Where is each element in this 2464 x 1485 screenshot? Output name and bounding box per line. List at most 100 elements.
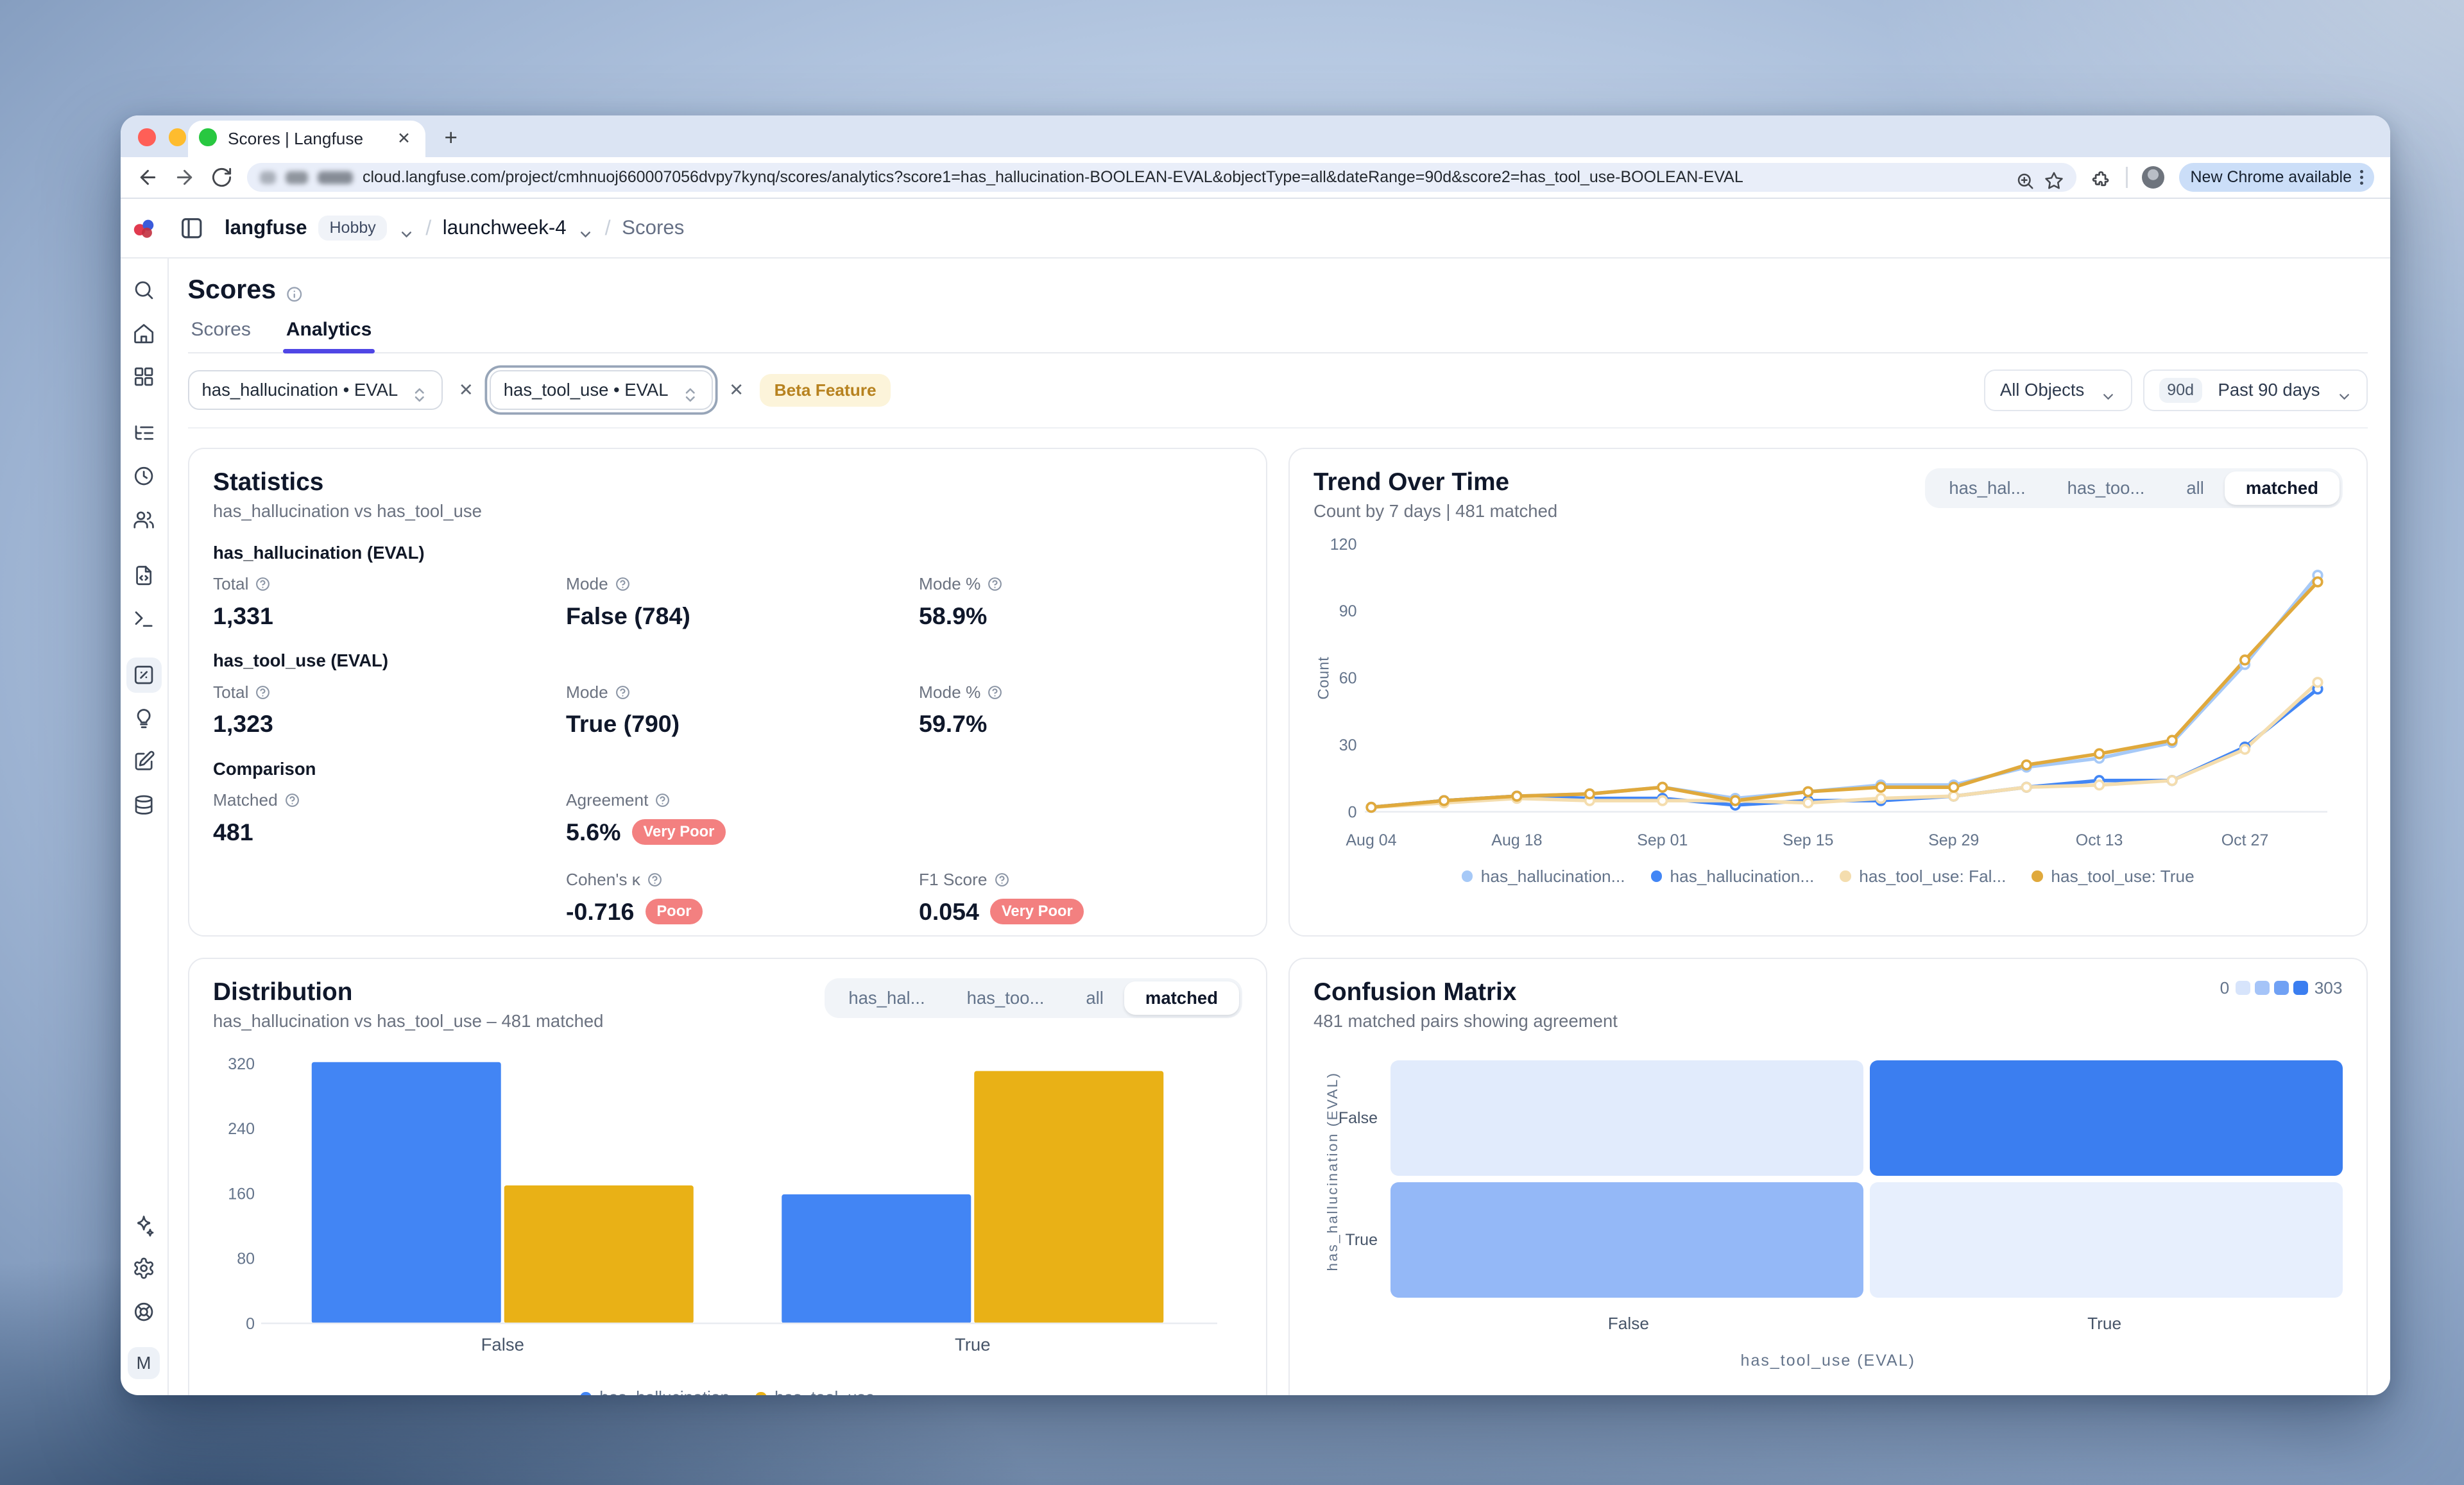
tab-close-icon[interactable]: ✕ [394, 129, 414, 148]
help-icon[interactable] [284, 792, 300, 808]
breadcrumb-project[interactable]: launchweek-4 [443, 216, 567, 239]
pen-square-icon [132, 750, 155, 773]
legend-item: has_tool_use: Fal... [1840, 867, 2006, 887]
confusion-cell-False-True[interactable] [1870, 1060, 2343, 1176]
terminal-icon [132, 607, 155, 631]
breadcrumb-org[interactable]: langfuse [225, 216, 307, 239]
percent-square-icon [132, 663, 155, 686]
info-icon[interactable] [286, 280, 304, 298]
sidebar-item-datasets[interactable] [126, 788, 162, 823]
reload-icon[interactable] [210, 166, 233, 189]
close-window-button[interactable] [138, 128, 156, 146]
legend-item: has_tool_use [755, 1387, 875, 1395]
langfuse-logo-icon[interactable] [121, 216, 169, 241]
forward-icon[interactable] [173, 166, 196, 189]
chart-tab-hastoo[interactable]: has_too... [2046, 471, 2166, 505]
confusion-cell-True-False[interactable] [1390, 1182, 1863, 1298]
score2-select[interactable]: has_tool_use • EVAL [490, 370, 713, 411]
browser-menu-icon[interactable] [2360, 170, 2363, 185]
help-icon[interactable] [255, 684, 271, 700]
sidebar-item-playground[interactable] [126, 602, 162, 637]
sidebar-item-prompts[interactable] [126, 558, 162, 593]
tab-analytics[interactable]: Analytics [283, 319, 375, 352]
chart-tab-all[interactable]: all [1065, 981, 1125, 1015]
help-icon[interactable] [987, 576, 1003, 592]
sidebar-item-support[interactable] [126, 1294, 162, 1330]
metric-matched: Matched 481 [213, 790, 566, 846]
remove-score1-icon[interactable]: ✕ [454, 377, 478, 403]
confusion-cell-True-True[interactable] [1870, 1182, 2343, 1298]
distribution-bar-chart: 080160240320FalseTrue [213, 1041, 1240, 1381]
help-icon[interactable] [255, 576, 271, 592]
data-point [1876, 783, 1885, 791]
object-type-select[interactable]: All Objects [1984, 369, 2132, 411]
browser-window: Scores | Langfuse ✕ + cloud.langfuse.com… [121, 115, 2391, 1395]
date-range-badge: 90d [2159, 378, 2202, 403]
sidebar-item-users[interactable] [126, 502, 162, 538]
chart-tab-hastoo[interactable]: has_too... [946, 981, 1065, 1015]
sidebar-item-sessions[interactable] [126, 459, 162, 494]
data-point [1367, 803, 1376, 812]
back-icon[interactable] [137, 166, 159, 189]
distribution-card: Distribution has_hallucination vs has_to… [188, 958, 1268, 1396]
maximize-window-button[interactable] [199, 128, 217, 146]
new-tab-button[interactable]: + [445, 125, 458, 151]
chart-tab-hashal[interactable]: has_hal... [828, 981, 946, 1015]
analytics-cards: Statistics has_hallucination vs has_tool… [188, 448, 2368, 1396]
chevron-down-icon[interactable] [398, 220, 415, 236]
address-bar[interactable]: cloud.langfuse.com/project/cmhnuoj660007… [247, 163, 2076, 192]
chart-tab-matched[interactable]: matched [2225, 471, 2339, 505]
bookmark-star-icon[interactable] [2044, 168, 2064, 187]
sidebar-item-evaluators[interactable] [126, 701, 162, 736]
metric-agreement: Agreement 5.6%Very Poor [566, 790, 919, 846]
browser-tab[interactable]: Scores | Langfuse ✕ [188, 121, 425, 158]
metric-total-1: Total 1,331 [213, 574, 566, 630]
data-point [2241, 656, 2250, 665]
user-avatar[interactable]: M [128, 1347, 160, 1379]
help-icon[interactable] [987, 684, 1003, 700]
window-controls [138, 128, 217, 146]
data-point [2313, 678, 2322, 687]
gear-icon [132, 1257, 155, 1280]
bar-has_hallucination-False [312, 1062, 501, 1323]
score1-select[interactable]: has_hallucination • EVAL [188, 370, 443, 411]
row-label: False [1336, 1060, 1390, 1176]
help-icon[interactable] [615, 684, 631, 700]
sidebar-toggle-icon[interactable] [180, 216, 204, 241]
help-icon[interactable] [654, 792, 671, 808]
chart-tab-matched[interactable]: matched [1124, 981, 1238, 1015]
svg-text:Oct 27: Oct 27 [2221, 831, 2269, 849]
svg-text:30: 30 [1339, 736, 1357, 754]
sidebar-item-ai-assistant[interactable] [126, 1208, 162, 1243]
home-icon [132, 322, 155, 345]
site-info-blurred [318, 171, 353, 184]
sidebar-item-scores[interactable] [126, 658, 162, 693]
chart-tab-hashal[interactable]: has_hal... [1928, 471, 2046, 505]
chevron-down-icon[interactable] [578, 220, 594, 236]
chevrons-up-down-icon [411, 381, 429, 399]
sidebar-item-annotation[interactable] [126, 744, 162, 779]
remove-score2-icon[interactable]: ✕ [724, 377, 749, 403]
sidebar-item-home[interactable] [126, 316, 162, 352]
browser-profile-avatar[interactable] [2142, 166, 2164, 189]
help-icon[interactable] [994, 872, 1010, 888]
chart-tab-all[interactable]: all [2166, 471, 2225, 505]
confusion-cell-False-False[interactable] [1390, 1060, 1863, 1176]
zoom-icon[interactable] [2015, 168, 2035, 187]
file-code-icon [132, 564, 155, 587]
sidebar-item-search[interactable] [126, 273, 162, 308]
sidebar-item-dashboards[interactable] [126, 359, 162, 395]
database-icon [132, 793, 155, 817]
svg-text:320: 320 [228, 1055, 255, 1073]
tab-scores[interactable]: Scores [188, 319, 254, 352]
date-range-select[interactable]: 90d Past 90 days [2143, 369, 2368, 411]
help-icon[interactable] [647, 872, 663, 888]
sidebar-item-tracing[interactable] [126, 416, 162, 451]
score2-label: has_tool_use • EVAL [504, 380, 669, 400]
minimize-window-button[interactable] [169, 128, 187, 146]
legend-dot [580, 1392, 592, 1395]
help-icon[interactable] [615, 576, 631, 592]
extensions-icon[interactable] [2091, 167, 2112, 188]
sidebar-item-settings[interactable] [126, 1251, 162, 1286]
chrome-update-pill[interactable]: New Chrome available [2179, 163, 2374, 192]
